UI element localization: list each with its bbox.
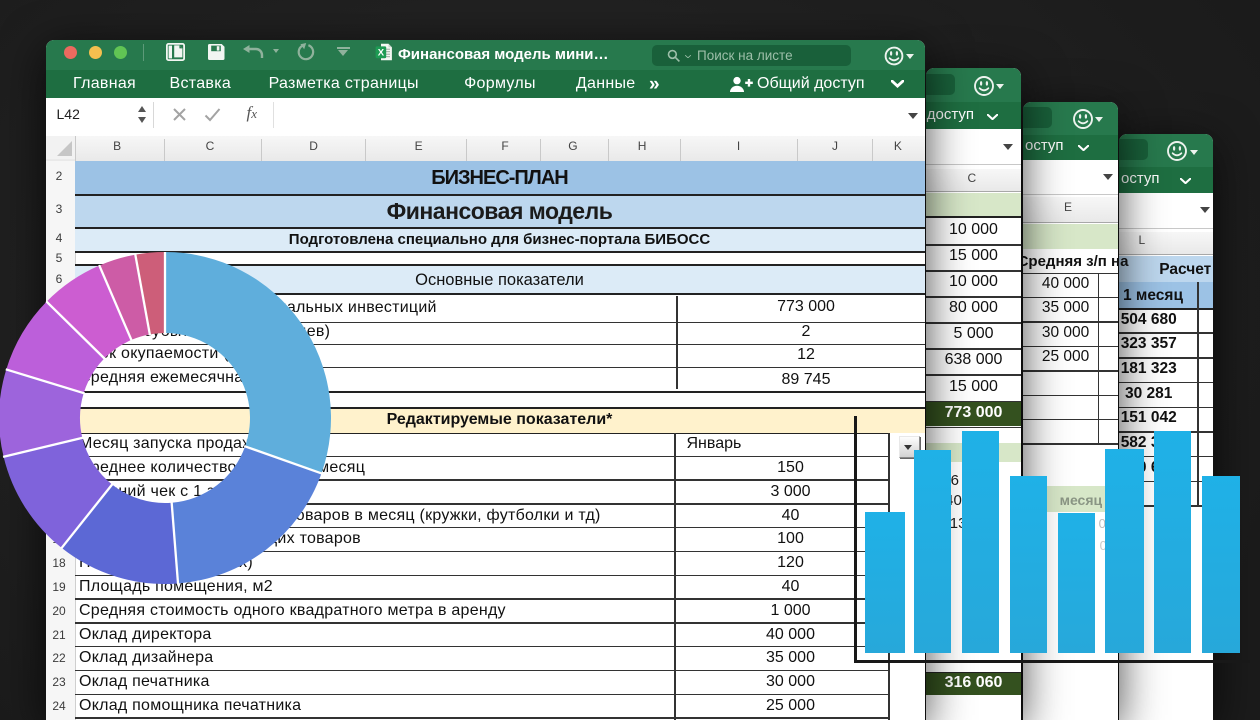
- svg-text:X: X: [378, 47, 385, 58]
